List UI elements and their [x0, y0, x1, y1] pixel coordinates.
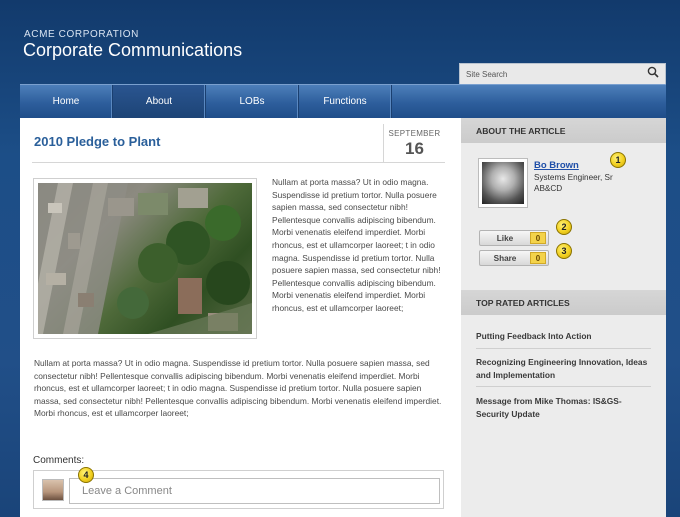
author-org: AB&CD [534, 184, 563, 193]
date-day: 16 [405, 139, 424, 158]
top-rated-article-link[interactable]: Message from Mike Thomas: IS&GS-Security… [476, 395, 654, 420]
author-role: Systems Engineer, Sr [534, 173, 613, 182]
share-count: 0 [530, 252, 546, 264]
like-button[interactable]: Like 0 [479, 230, 549, 246]
nav-item-about[interactable]: About [113, 85, 206, 118]
company-name: ACME CORPORATION [24, 29, 139, 40]
author-avatar [478, 158, 528, 208]
callout-badge: 3 [556, 243, 572, 259]
share-label: Share [493, 253, 517, 263]
top-rated-heading: TOP RATED ARTICLES [461, 290, 666, 315]
nav-item-lobs[interactable]: LOBs [206, 85, 299, 118]
top-rated-article-link[interactable]: Putting Feedback Into Action [476, 330, 654, 343]
search-input[interactable] [466, 69, 626, 79]
date-month: SEPTEMBER [388, 129, 441, 138]
divider [32, 162, 445, 163]
aerial-town-image [38, 183, 252, 334]
like-label: Like [496, 233, 514, 243]
share-button[interactable]: Share 0 [479, 250, 549, 266]
callout-badge: 4 [78, 467, 94, 483]
nav-item-functions[interactable]: Functions [299, 85, 392, 118]
callout-badge: 1 [610, 152, 626, 168]
site-search[interactable] [459, 63, 666, 85]
divider [476, 386, 651, 387]
comment-input[interactable] [69, 478, 440, 504]
main-nav: Home About LOBs Functions [20, 84, 666, 118]
comments-label: Comments: [33, 455, 85, 466]
article-title: 2010 Pledge to Plant [34, 134, 161, 149]
article-photo [33, 178, 257, 339]
nav-item-home[interactable]: Home [20, 85, 113, 118]
search-icon[interactable] [647, 65, 659, 83]
comment-box [33, 470, 444, 509]
author-name-link[interactable]: Bo Brown [534, 160, 579, 171]
site-title: Corporate Communications [23, 40, 243, 60]
about-heading: ABOUT THE ARTICLE [461, 118, 666, 143]
avatar [42, 479, 64, 501]
like-count: 0 [530, 232, 546, 244]
top-rated-article-link[interactable]: Recognizing Engineering Innovation, Idea… [476, 356, 654, 381]
article-date: SEPTEMBER 16 [383, 124, 445, 162]
callout-badge: 2 [556, 219, 572, 235]
sidebar: ABOUT THE ARTICLE Bo Brown Systems Engin… [461, 118, 666, 517]
author-photo [482, 162, 524, 204]
article-paragraph: Nullam at porta massa? Ut in odio magna.… [272, 177, 441, 313]
divider [476, 348, 651, 349]
article-paragraph: Nullam at porta massa? Ut in odio magna.… [34, 358, 442, 419]
article-panel: 2010 Pledge to Plant SEPTEMBER 16 Nullam… [20, 118, 461, 517]
